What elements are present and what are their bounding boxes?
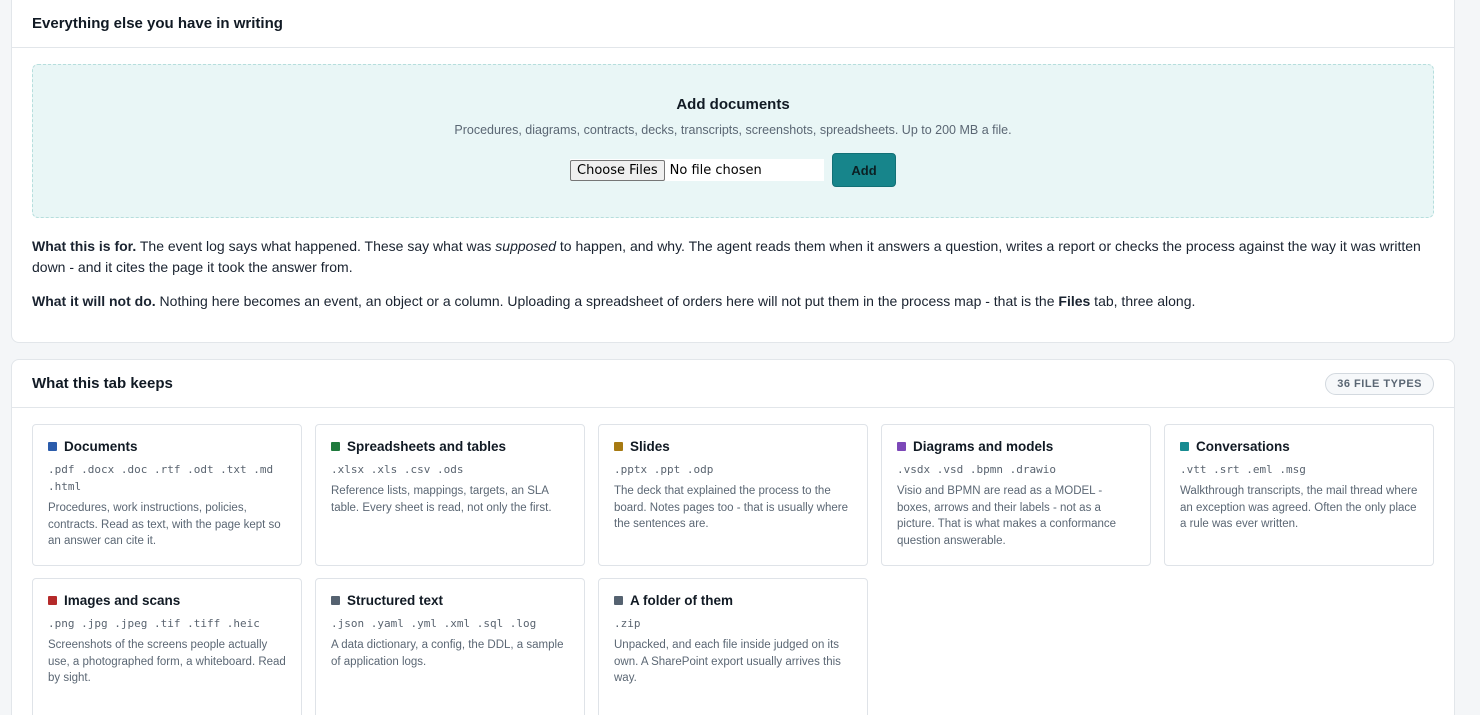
purpose-lead: What this is for.	[32, 238, 137, 254]
card-title: Everything else you have in writing	[32, 15, 283, 32]
dropzone-subtitle: Procedures, diagrams, contracts, decks, …	[454, 123, 1012, 137]
purpose-emphasis: supposed	[495, 238, 556, 254]
tile-description: The deck that explained the process to t…	[614, 485, 848, 531]
card-header: What this tab keeps 36 FILE TYPES	[12, 360, 1454, 408]
tile-title: Spreadsheets and tables	[347, 439, 507, 454]
tile-title: A folder of them	[630, 593, 733, 608]
file-input[interactable]: Choose Files No file chosen	[570, 159, 824, 181]
card-header: Everything else you have in writing	[12, 0, 1454, 48]
tile-extensions: .zip	[614, 617, 641, 630]
square-dot-icon	[614, 596, 623, 605]
purpose-text-a: The event log says what happened. These …	[136, 238, 496, 254]
tile-title: Structured text	[347, 593, 444, 608]
upload-dropzone[interactable]: Add documents Procedures, diagrams, cont…	[32, 64, 1434, 218]
documents-card: Everything else you have in writing Add …	[11, 0, 1455, 343]
dropzone-title: Add documents	[676, 96, 790, 113]
tile-extensions: .vtt .srt .eml .msg	[1180, 463, 1306, 476]
tile-extensions: .xlsx .xls .csv .ods	[331, 463, 464, 476]
tile-description: Visio and BPMN are read as a MODEL - box…	[897, 485, 1117, 548]
file-type-tile-images: Images and scans .png .jpg .jpeg .tif .t…	[32, 578, 302, 715]
file-type-tile-folder: A folder of them .zip Unpacked, and each…	[598, 578, 868, 715]
upload-controls: Choose Files No file chosen Add	[33, 153, 1433, 187]
square-dot-icon	[614, 442, 623, 451]
file-type-tile-structured-text: Structured text .json .yaml .yml .xml .s…	[315, 578, 585, 715]
file-type-tile-slides: Slides .pptx .ppt .odp The deck that exp…	[598, 424, 868, 566]
file-types-count-badge: 36 FILE TYPES	[1325, 372, 1434, 395]
tile-description: A data dictionary, a config, the DDL, a …	[331, 639, 564, 668]
file-status-text: No file chosen	[669, 162, 762, 178]
file-type-tile-conversations: Conversations .vtt .srt .eml .msg Walkth…	[1164, 424, 1434, 566]
file-type-tile-documents: Documents .pdf .docx .doc .rtf .odt .txt…	[32, 424, 302, 566]
square-dot-icon	[48, 596, 57, 605]
tile-title: Diagrams and models	[913, 439, 1054, 454]
tile-extensions: .vsdx .vsd .bpmn .drawio	[897, 463, 1056, 476]
tile-title: Documents	[64, 439, 138, 454]
tile-description: Procedures, work instructions, policies,…	[48, 502, 281, 548]
limits-paragraph: What it will not do. Nothing here become…	[32, 291, 1432, 312]
card-title: What this tab keeps	[32, 375, 173, 392]
square-dot-icon	[1180, 442, 1189, 451]
tile-extensions: .pptx .ppt .odp	[614, 463, 714, 476]
square-dot-icon	[48, 442, 57, 451]
files-tab-reference: Files	[1058, 293, 1091, 309]
tile-extensions: .json .yaml .yml .xml .sql .log	[331, 617, 537, 630]
file-types-card: What this tab keeps 36 FILE TYPES Docume…	[11, 359, 1455, 715]
file-type-tile-diagrams: Diagrams and models .vsdx .vsd .bpmn .dr…	[881, 424, 1151, 566]
square-dot-icon	[331, 442, 340, 451]
square-dot-icon	[897, 442, 906, 451]
tile-extensions: .pdf .docx .doc .rtf .odt .txt .md .html	[48, 463, 274, 493]
tile-title: Images and scans	[64, 593, 181, 608]
tile-extensions: .png .jpg .jpeg .tif .tiff .heic	[48, 617, 260, 630]
purpose-paragraph: What this is for. The event log says wha…	[32, 236, 1432, 278]
tile-description: Screenshots of the screens people actual…	[48, 639, 286, 685]
tile-description: Reference lists, mappings, targets, an S…	[331, 485, 552, 514]
add-button[interactable]: Add	[832, 153, 896, 187]
limits-text-b: tab, three along.	[1090, 293, 1196, 309]
limits-text-a: Nothing here becomes an event, an object…	[155, 293, 1059, 309]
file-type-grid: Documents .pdf .docx .doc .rtf .odt .txt…	[32, 424, 1434, 715]
tile-title: Slides	[630, 439, 670, 454]
tile-title: Conversations	[1196, 439, 1290, 454]
file-type-tile-spreadsheets: Spreadsheets and tables .xlsx .xls .csv …	[315, 424, 585, 566]
choose-files-button[interactable]: Choose Files	[570, 159, 665, 181]
tile-description: Unpacked, and each file inside judged on…	[614, 639, 841, 685]
limits-lead: What it will not do.	[32, 293, 156, 309]
tile-description: Walkthrough transcripts, the mail thread…	[1180, 485, 1418, 531]
square-dot-icon	[331, 596, 340, 605]
